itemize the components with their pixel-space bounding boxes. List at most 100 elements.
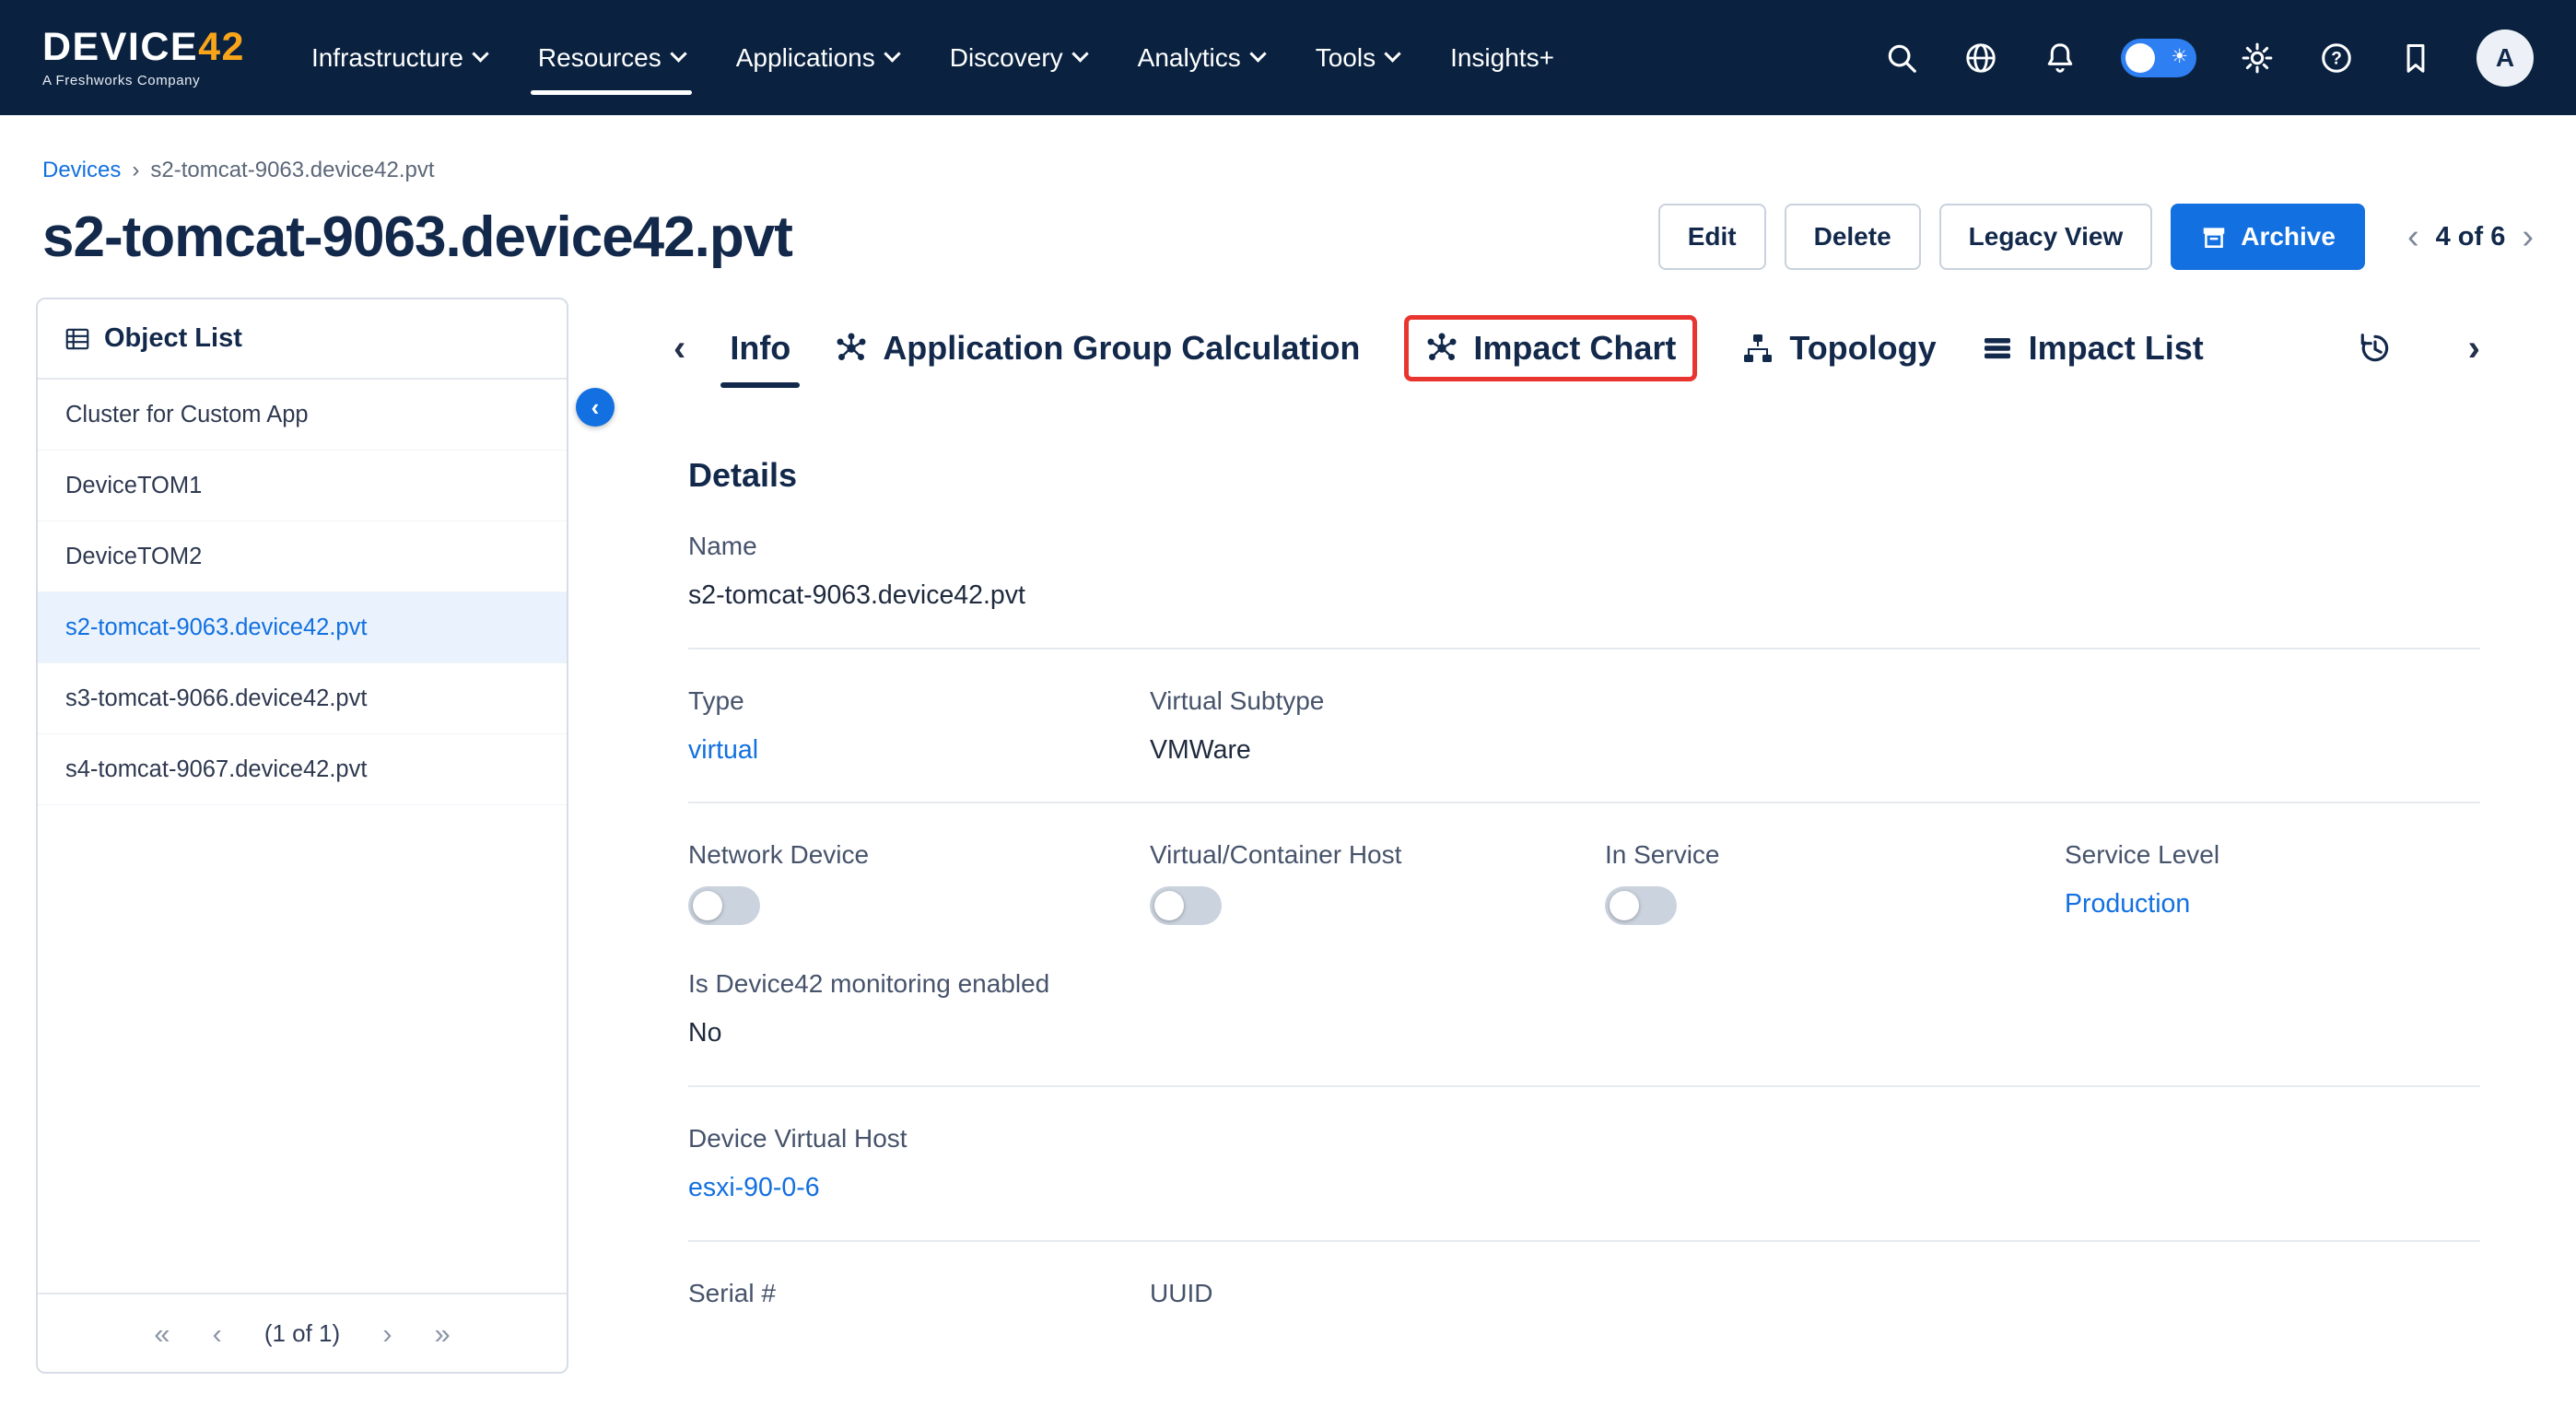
chevron-down-icon: [1384, 45, 1400, 62]
tabs-scroll-left-icon[interactable]: ‹: [673, 330, 685, 367]
monitoring-value: No: [688, 1017, 2480, 1050]
chevron-down-icon: [1249, 45, 1266, 62]
title-row: s2-tomcat-9063.device42.pvt Edit Delete …: [0, 183, 2576, 270]
type-value-link[interactable]: virtual: [688, 734, 1150, 767]
nav-item-discovery[interactable]: Discovery: [950, 0, 1086, 115]
virtual-container-host-toggle[interactable]: [1150, 886, 1222, 925]
object-list-header: Object List: [38, 299, 567, 380]
main-menu: Infrastructure Resources Applications Di…: [311, 0, 1554, 115]
sun-icon: ☀: [2171, 45, 2188, 67]
field-monitoring: Is Device42 monitoring enabled No: [688, 967, 2480, 1050]
object-list-item[interactable]: DeviceTOM2: [38, 521, 567, 592]
name-value: s2-tomcat-9063.device42.pvt: [688, 580, 2480, 613]
tab-application-group-calculation[interactable]: Application Group Calculation: [835, 309, 1360, 388]
field-virtual-subtype: Virtual Subtype VMWare: [1150, 685, 2480, 767]
archive-button[interactable]: Archive: [2171, 204, 2365, 270]
user-avatar[interactable]: A: [2476, 29, 2534, 87]
globe-icon[interactable]: [1962, 40, 1999, 76]
bookmark-icon[interactable]: [2397, 40, 2434, 76]
tabs-scroll-right-icon[interactable]: ›: [2468, 330, 2480, 367]
tab-info[interactable]: Info: [730, 309, 790, 388]
field-row-serial-uuid: Serial # UUID: [688, 1277, 2480, 1309]
tab-impact-chart[interactable]: Impact Chart: [1404, 315, 1697, 381]
device42-logo[interactable]: DEVICE42 A Freshworks Company: [42, 28, 245, 88]
legacy-view-button[interactable]: Legacy View: [1939, 204, 2153, 270]
device-virtual-host-value-link[interactable]: esxi-90-0-6: [688, 1172, 2480, 1205]
nav-item-infrastructure[interactable]: Infrastructure: [311, 0, 486, 115]
toggle-knob: [1610, 891, 1639, 920]
object-list-item[interactable]: Cluster for Custom App: [38, 380, 567, 451]
archive-icon: [2200, 223, 2228, 251]
field-uuid: UUID: [1150, 1277, 2480, 1309]
settings-gear-icon[interactable]: [2239, 40, 2276, 76]
breadcrumb-separator: ›: [132, 158, 139, 183]
object-list-item[interactable]: s4-tomcat-9067.device42.pvt: [38, 734, 567, 805]
topology-icon: [1741, 332, 1774, 365]
edit-button[interactable]: Edit: [1658, 204, 1766, 270]
breadcrumb-current: s2-tomcat-9063.device42.pvt: [150, 158, 434, 183]
pagination-first-icon[interactable]: «: [154, 1319, 170, 1348]
tab-topology[interactable]: Topology: [1741, 309, 1936, 388]
object-list-item[interactable]: DeviceTOM1: [38, 451, 567, 521]
breadcrumb: Devices › s2-tomcat-9063.device42.pvt: [0, 115, 2576, 183]
nav-item-insights[interactable]: Insights+: [1450, 0, 1554, 115]
page-title: s2-tomcat-9063.device42.pvt: [42, 205, 792, 270]
virtual-subtype-value: VMWare: [1150, 734, 2480, 767]
divider: [688, 1240, 2480, 1242]
breadcrumb-devices-link[interactable]: Devices: [42, 158, 121, 183]
tab-impact-list[interactable]: Impact List: [1981, 309, 2204, 388]
pagination-last-icon[interactable]: »: [435, 1319, 451, 1348]
pagination-prev-icon[interactable]: ‹: [212, 1319, 221, 1348]
logo-tagline: A Freshworks Company: [42, 73, 245, 88]
theme-toggle[interactable]: ☀: [2121, 39, 2196, 77]
main-panel: ‹ Info Application Group Calculation Imp…: [673, 298, 2480, 1374]
nav-item-tools[interactable]: Tools: [1316, 0, 1399, 115]
object-list-item-selected[interactable]: s2-tomcat-9063.device42.pvt: [38, 592, 567, 663]
toggle-knob: [1154, 891, 1184, 920]
chevron-down-icon: [1071, 45, 1088, 62]
toggle-knob: [2125, 43, 2155, 73]
list-grid-icon: [64, 325, 91, 353]
logo-text: DEVICE42: [42, 28, 245, 67]
notifications-bell-icon[interactable]: [2042, 40, 2078, 76]
field-type: Type virtual: [688, 685, 1150, 767]
divider: [688, 802, 2480, 803]
field-row-toggles: Network Device Virtual/Container Host In…: [688, 838, 2480, 925]
hub-icon: [1425, 332, 1458, 365]
chevron-down-icon: [884, 45, 900, 62]
delete-button[interactable]: Delete: [1785, 204, 1921, 270]
history-icon[interactable]: [2358, 331, 2393, 366]
pager-prev-icon[interactable]: ‹: [2407, 219, 2419, 254]
field-network-device: Network Device: [688, 838, 1150, 925]
divider: [688, 1085, 2480, 1087]
network-device-toggle[interactable]: [688, 886, 760, 925]
tabs-bar: ‹ Info Application Group Calculation Imp…: [673, 309, 2480, 388]
pagination-label: (1 of 1): [264, 1318, 340, 1349]
field-in-service: In Service: [1605, 838, 2065, 925]
pager-next-icon[interactable]: ›: [2522, 219, 2534, 254]
in-service-toggle[interactable]: [1605, 886, 1677, 925]
search-icon[interactable]: [1883, 40, 1920, 76]
record-pager: ‹ 4 of 6 ›: [2407, 219, 2534, 254]
service-level-value-link[interactable]: Production: [2065, 888, 2480, 921]
hub-icon: [835, 332, 868, 365]
content-area: Object List Cluster for Custom App Devic…: [0, 298, 2576, 1374]
pager-text: 4 of 6: [2436, 222, 2506, 252]
object-list-item[interactable]: s3-tomcat-9066.device42.pvt: [38, 663, 567, 734]
nav-item-analytics[interactable]: Analytics: [1138, 0, 1264, 115]
nav-item-resources[interactable]: Resources: [538, 0, 685, 115]
details-section: Details Name s2-tomcat-9063.device42.pvt…: [673, 456, 2480, 1309]
field-service-level: Service Level Production: [2065, 838, 2480, 925]
pagination-next-icon[interactable]: ›: [382, 1319, 392, 1348]
field-serial: Serial #: [688, 1277, 1150, 1309]
svg-text:?: ?: [2331, 49, 2342, 68]
sidebar-collapse-button[interactable]: ‹: [576, 388, 615, 427]
nav-item-applications[interactable]: Applications: [736, 0, 898, 115]
top-navbar: DEVICE42 A Freshworks Company Infrastruc…: [0, 0, 2576, 115]
details-heading: Details: [688, 456, 2480, 495]
navbar-utilities: ☀ ? A: [1883, 29, 2534, 87]
help-icon[interactable]: ?: [2318, 40, 2355, 76]
object-list-panel: Object List Cluster for Custom App Devic…: [36, 298, 568, 1374]
field-name: Name s2-tomcat-9063.device42.pvt: [688, 530, 2480, 613]
field-virtual-container-host: Virtual/Container Host: [1150, 838, 1605, 925]
